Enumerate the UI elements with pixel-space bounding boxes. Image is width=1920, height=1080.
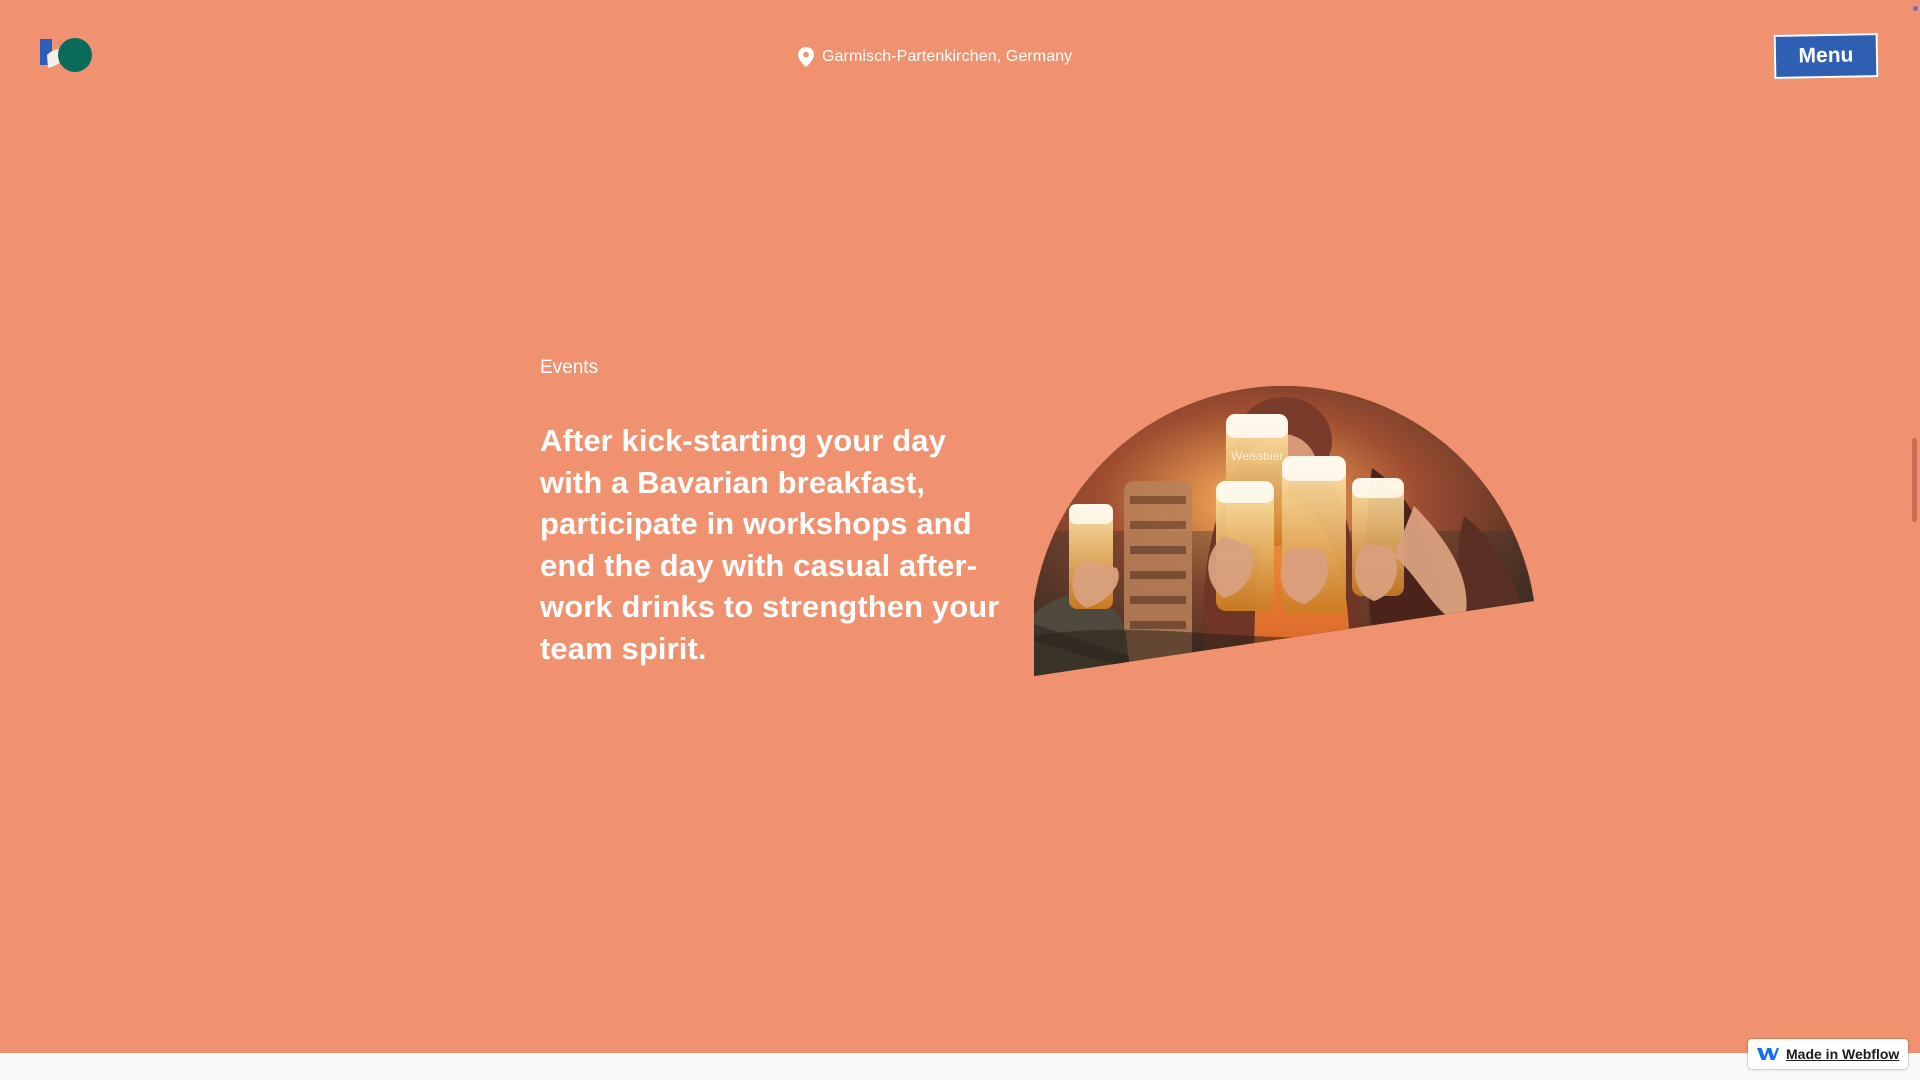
events-page: Garmisch-Partenkirchen, Germany Menu Eve… [0, 0, 1920, 1080]
svg-text:Weissbier: Weissbier [1231, 449, 1283, 463]
site-logo[interactable] [40, 38, 94, 74]
webflow-logo-icon [1757, 1048, 1779, 1060]
logo-mark [40, 38, 92, 72]
menu-button[interactable]: Menu [1773, 33, 1879, 79]
people-toasting-beer-photo: Weissbier [1034, 386, 1534, 676]
webflow-badge-label: Made in Webflow [1786, 1046, 1900, 1062]
section-headline: After kick-starting your day with a Bava… [540, 423, 1000, 666]
next-section-edge [0, 1053, 1920, 1080]
location-label: Garmisch-Partenkirchen, Germany [798, 46, 1072, 68]
photo-crop: Weissbier [1034, 386, 1534, 676]
made-in-webflow-badge[interactable]: Made in Webflow [1748, 1039, 1908, 1069]
location-text: Garmisch-Partenkirchen, Germany [822, 48, 1073, 65]
map-pin-icon [798, 47, 814, 67]
corner-indicator-dot [1913, 6, 1918, 11]
section-eyebrow: Events [540, 357, 599, 378]
scroll-indicator[interactable] [1912, 438, 1917, 522]
